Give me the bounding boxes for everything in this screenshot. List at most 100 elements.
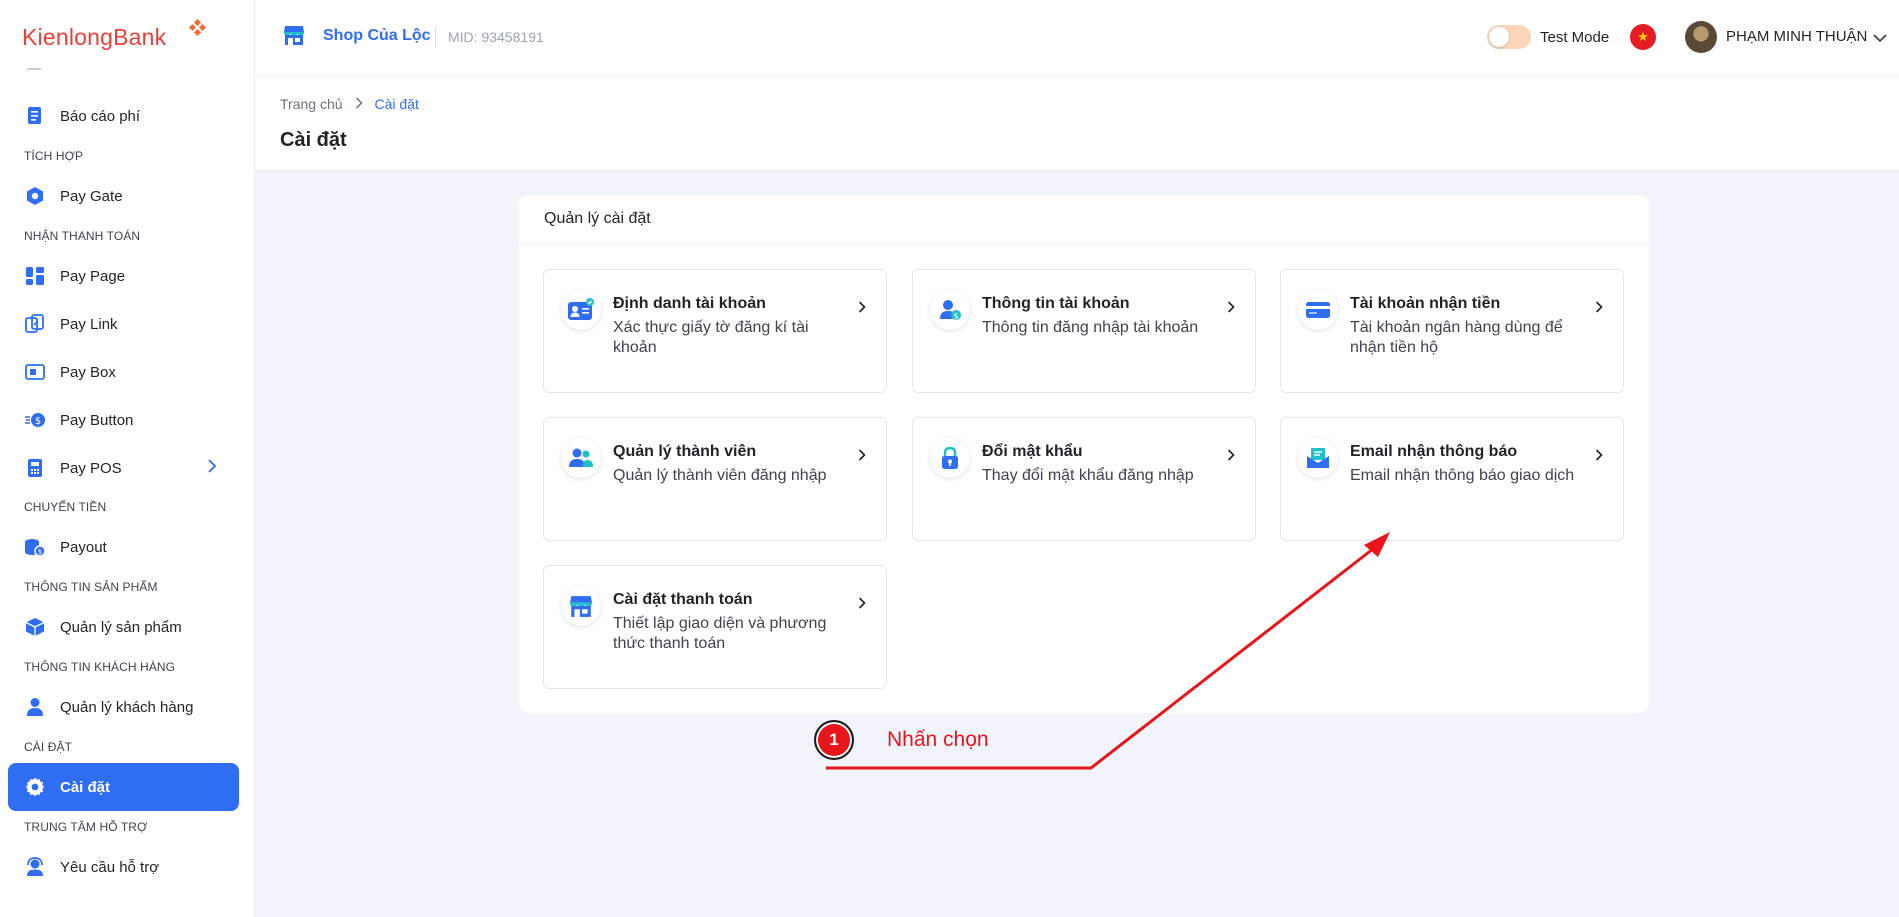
- tile-dinh-danh-tai-khoan[interactable]: Định danh tài khoản Xác thực giấy tờ đăn…: [543, 269, 887, 393]
- shop-name[interactable]: Shop Của Lộc: [323, 27, 431, 45]
- tile-description: Tài khoản ngân hàng dùng để nhận tiền hộ: [1350, 319, 1563, 356]
- brand-part1: Kienlong: [22, 24, 114, 50]
- annotation-text: Nhấn chọn: [887, 728, 989, 751]
- chevron-right-icon: [858, 596, 866, 614]
- sidebar-item-pay-box[interactable]: Pay Box: [8, 348, 239, 396]
- sidebar-item-yeu-cau-ho-tro[interactable]: Yêu cầu hỗ trợ: [8, 843, 239, 891]
- coin-icon: $: [24, 409, 46, 431]
- chevron-right-icon: [1227, 448, 1235, 466]
- annotation-step-badge: 1: [814, 720, 854, 760]
- tile-description: Thiết lập giao diện và phương thức thanh…: [613, 615, 827, 652]
- avatar[interactable]: [1685, 21, 1717, 53]
- svg-text:$: $: [953, 312, 958, 321]
- tile-quan-ly-thanh-vien[interactable]: Quản lý thành viên Quản lý thành viên đă…: [543, 417, 887, 541]
- pos-icon: [24, 457, 46, 479]
- brand-logo[interactable]: KienlongBank: [22, 24, 166, 51]
- gear-icon: [24, 776, 46, 798]
- brand-mark-icon: [188, 18, 207, 37]
- sidebar-item-pay-link[interactable]: Pay Link: [8, 300, 239, 348]
- tile-title: Định danh tài khoản: [613, 295, 766, 312]
- page-header: Trang chủ Cài đặt Cài đặt: [255, 76, 1899, 171]
- sidebar-item-payout[interactable]: $ Payout: [8, 523, 239, 571]
- tile-description: Thông tin đăng nhập tài khoản: [982, 319, 1199, 336]
- report-icon: [24, 105, 46, 127]
- cube-icon: [24, 616, 46, 638]
- sidebar-item-label: Pay Button: [60, 411, 134, 429]
- sidebar-item-label: Báo cáo phí: [60, 107, 141, 125]
- sidebar-item-pay-gate[interactable]: Pay Gate: [8, 172, 239, 220]
- settings-card: Quản lý cài đặt Định danh tài khoản Xác …: [519, 195, 1649, 713]
- tile-description: Xác thực giấy tờ đăng kí tài khoản: [613, 319, 809, 356]
- test-mode-label: Test Mode: [1540, 29, 1610, 46]
- email-icon: [1298, 438, 1338, 478]
- grid-icon: [24, 265, 46, 287]
- tile-description: Quản lý thành viên đăng nhập: [613, 467, 827, 484]
- breadcrumb-separator-icon: [355, 96, 363, 112]
- tile-title: Cài đặt thanh toán: [613, 591, 753, 608]
- sidebar-item-label: Quản lý khách hàng: [60, 698, 194, 716]
- chevron-right-icon: [858, 448, 866, 466]
- sidebar-item-pay-page[interactable]: Pay Page: [8, 252, 239, 300]
- language-flag-icon[interactable]: ★: [1630, 24, 1656, 50]
- tile-cai-dat-thanh-toan[interactable]: Cài đặt thanh toán Thiết lập giao diện v…: [543, 565, 887, 689]
- lock-icon: [930, 438, 970, 478]
- breadcrumb-home[interactable]: Trang chủ: [280, 96, 343, 112]
- user-name[interactable]: PHẠM MINH THUẬN: [1726, 28, 1867, 45]
- members-icon: [561, 438, 601, 478]
- chevron-right-icon: [858, 300, 866, 318]
- toggle-knob: [1489, 27, 1509, 47]
- account-info-icon: $: [930, 290, 970, 330]
- brand-part2: Bank: [113, 24, 167, 50]
- sidebar-item-pay-button[interactable]: $ Pay Button: [8, 396, 239, 444]
- section-nhan-thanh-toan: NHẬN THANH TOÁN: [24, 229, 141, 243]
- link-icon: [24, 313, 46, 335]
- page-title: Cài đặt: [280, 129, 347, 151]
- tile-tai-khoan-nhan-tien[interactable]: Tài khoản nhận tiền Tài khoản ngân hàng …: [1280, 269, 1624, 393]
- sidebar-item-label: Pay Page: [60, 267, 126, 285]
- section-thong-tin-khach-hang: THÔNG TIN KHÁCH HÀNG: [24, 660, 176, 674]
- section-thong-tin-san-pham: THÔNG TIN SẢN PHẨM: [24, 580, 158, 594]
- chevron-right-icon: [1595, 448, 1603, 466]
- annotation-step-number: 1: [829, 730, 839, 749]
- sidebar-item-pay-pos[interactable]: Pay POS: [8, 444, 239, 492]
- box-icon: [24, 361, 46, 383]
- tile-email-nhan-thong-bao[interactable]: Email nhận thông báo Email nhận thông bá…: [1280, 417, 1624, 541]
- topbar-divider: [435, 26, 436, 48]
- section-chuyen-tien: CHUYỂN TIỀN: [24, 500, 107, 514]
- sidebar-item-label: Pay POS: [60, 459, 122, 477]
- section-trung-tam-ho-tro: TRUNG TÂM HỖ TRỢ: [24, 820, 148, 834]
- test-mode-toggle[interactable]: [1487, 25, 1531, 49]
- tile-title: Đổi mật khẩu: [982, 443, 1083, 460]
- id-card-icon: [561, 290, 601, 330]
- section-cai-dat: CÀI ĐẶT: [24, 740, 73, 754]
- tile-title: Quản lý thành viên: [613, 443, 757, 460]
- tile-description: Email nhận thông báo giao dịch: [1350, 467, 1575, 484]
- svg-text:$: $: [35, 416, 41, 427]
- card-title: Quản lý cài đặt: [544, 210, 651, 227]
- sidebar-item-bao-cao-phi[interactable]: Báo cáo phí: [8, 92, 239, 140]
- scrolled-item-icon: [27, 66, 41, 70]
- topbar: Shop Của Lộc MID: 93458191 Test Mode ★ P…: [255, 0, 1899, 76]
- chevron-right-icon[interactable]: [207, 459, 217, 478]
- sidebar-item-quan-ly-san-pham[interactable]: Quản lý sản phẩm: [8, 603, 239, 651]
- sidebar-item-label: Pay Box: [60, 363, 116, 381]
- sidebar-item-label: Pay Link: [60, 315, 118, 333]
- tile-thong-tin-tai-khoan[interactable]: $ Thông tin tài khoản Thông tin đăng nhậ…: [912, 269, 1256, 393]
- bank-card-icon: [1298, 290, 1338, 330]
- breadcrumb-current: Cài đặt: [374, 96, 419, 112]
- tile-doi-mat-khau[interactable]: Đổi mật khẩu Thay đổi mật khẩu đăng nhập: [912, 417, 1256, 541]
- gate-icon: [24, 185, 46, 207]
- payout-icon: $: [24, 536, 46, 558]
- sidebar-item-quan-ly-khach-hang[interactable]: Quản lý khách hàng: [8, 683, 239, 731]
- sidebar-item-label: Pay Gate: [60, 187, 123, 205]
- sidebar: KienlongBank Báo cáo phí TÍCH HỢP Pay Ga…: [0, 0, 255, 917]
- merchant-id: MID: 93458191: [448, 29, 544, 45]
- sidebar-item-label: Payout: [60, 538, 107, 556]
- svg-text:$: $: [38, 548, 42, 556]
- flag-star: ★: [1637, 29, 1649, 44]
- chevron-down-icon[interactable]: [1873, 30, 1887, 48]
- sidebar-item-cai-dat[interactable]: Cài đặt: [8, 763, 239, 811]
- tile-title: Tài khoản nhận tiền: [1350, 295, 1501, 312]
- section-tich-hop: TÍCH HỢP: [24, 149, 84, 163]
- tile-description: Thay đổi mật khẩu đăng nhập: [982, 467, 1194, 484]
